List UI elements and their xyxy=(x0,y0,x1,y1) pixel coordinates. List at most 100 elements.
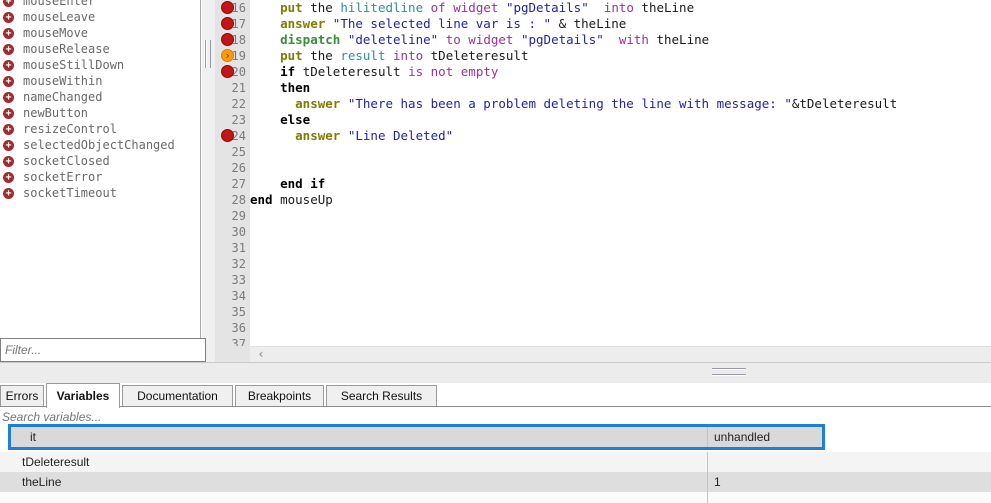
gutter-corner xyxy=(215,346,250,362)
line-number[interactable]: 22 xyxy=(215,96,250,112)
code-line xyxy=(250,288,991,304)
line-number[interactable]: 20 xyxy=(215,64,250,80)
handler-item[interactable]: + nameChanged xyxy=(0,89,200,105)
handler-item[interactable]: + mouseLeave xyxy=(0,9,200,25)
breakpoint-icon[interactable] xyxy=(221,65,234,78)
handler-item[interactable]: +socketTimeout xyxy=(0,185,200,201)
plus-icon: + xyxy=(3,172,14,183)
line-number[interactable]: 33 xyxy=(215,272,250,288)
line-number[interactable]: 28 xyxy=(215,192,250,208)
code-editor[interactable]: 16171819›2021222324252627282930313233343… xyxy=(215,0,991,362)
line-number[interactable]: 26 xyxy=(215,160,250,176)
breakpoint-icon[interactable] xyxy=(221,1,234,14)
line-number[interactable]: 16 xyxy=(215,0,250,16)
plus-icon: + xyxy=(3,124,14,135)
handler-item[interactable]: +mouseEnter xyxy=(0,0,200,9)
variable-name: theLine xyxy=(0,472,707,492)
handler-item[interactable]: +socketError xyxy=(0,169,200,185)
line-number[interactable]: 27 xyxy=(215,176,250,192)
code-line: answer "Line Deleted" xyxy=(250,128,991,144)
code-line: end mouseUp xyxy=(250,192,991,208)
code-line xyxy=(250,320,991,336)
handler-item[interactable]: +mouseRelease xyxy=(0,41,200,57)
handler-item[interactable]: +selectedObjectChanged xyxy=(0,137,200,153)
filter-input[interactable] xyxy=(1,339,205,361)
search-variables-input[interactable] xyxy=(0,409,300,425)
handler-item[interactable]: + mouseWithin xyxy=(0,73,200,89)
horizontal-scrollbar[interactable]: ‹ xyxy=(250,346,991,362)
handler-item[interactable]: + resizeControl xyxy=(0,121,200,137)
tab-variables[interactable]: Variables xyxy=(46,383,120,408)
handler-item[interactable]: +mouseMove xyxy=(0,25,200,41)
tab-documentation[interactable]: Documentation xyxy=(122,385,233,407)
line-number[interactable]: 30 xyxy=(215,224,250,240)
code-area[interactable]: put the hilitedline of widget "pgDetails… xyxy=(250,0,991,346)
code-line xyxy=(250,160,991,176)
line-number[interactable]: 34 xyxy=(215,288,250,304)
line-number[interactable]: 25 xyxy=(215,144,250,160)
code-line: put the hilitedline of widget "pgDetails… xyxy=(250,0,991,16)
plus-icon: + xyxy=(3,92,14,103)
table-tail xyxy=(0,492,991,503)
handler-item[interactable]: +socketClosed xyxy=(0,153,200,169)
script-editor-window: +mouseEnter+mouseLeave+mouseMove+mouseRe… xyxy=(0,0,991,503)
tab-search-results[interactable]: Search Results xyxy=(326,385,437,407)
panel-tabbar: ErrorsVariablesDocumentationBreakpointsS… xyxy=(0,383,991,407)
current-line-icon[interactable]: › xyxy=(221,49,234,62)
code-line xyxy=(250,208,991,224)
handler-label: mouseWithin xyxy=(23,73,102,89)
line-number[interactable]: 29 xyxy=(215,208,250,224)
tabbar-underline xyxy=(0,406,991,407)
line-number[interactable]: 21 xyxy=(215,80,250,96)
variable-name: it xyxy=(11,427,707,447)
line-number[interactable]: 23 xyxy=(215,112,250,128)
variable-value xyxy=(707,452,991,472)
handler-label: mouseStillDown xyxy=(23,57,124,73)
plus-icon: + xyxy=(3,140,14,151)
column-divider xyxy=(707,492,708,503)
code-line xyxy=(250,304,991,320)
plus-icon: + xyxy=(3,108,14,119)
breakpoint-gutter[interactable]: 16171819›2021222324252627282930313233343… xyxy=(215,0,250,346)
code-line xyxy=(250,256,991,272)
handler-item[interactable]: +newButton xyxy=(0,105,200,121)
sidebar-splitter[interactable] xyxy=(202,0,215,362)
line-number[interactable]: 31 xyxy=(215,240,250,256)
plus-icon: + xyxy=(3,12,14,23)
tab-errors[interactable]: Errors xyxy=(0,385,44,407)
tab-breakpoints[interactable]: Breakpoints xyxy=(235,385,324,407)
panel-splitter-grip-icon xyxy=(712,368,746,375)
variable-row[interactable]: tDeleteresult xyxy=(0,452,991,472)
variable-row-selected[interactable]: itunhandled xyxy=(8,424,825,450)
line-number[interactable]: 24 xyxy=(215,128,250,144)
code-line xyxy=(250,144,991,160)
handler-label: nameChanged xyxy=(23,89,102,105)
code-line: end if xyxy=(250,176,991,192)
handler-label: mouseEnter xyxy=(23,0,95,9)
handler-item[interactable]: +mouseStillDown xyxy=(0,57,200,73)
code-line xyxy=(250,224,991,240)
code-line: dispatch "deleteline" to widget "pgDetai… xyxy=(250,32,991,48)
line-number[interactable]: 35 xyxy=(215,304,250,320)
line-number[interactable]: 17 xyxy=(215,16,250,32)
plus-icon: + xyxy=(3,28,14,39)
line-number[interactable]: 36 xyxy=(215,320,250,336)
variable-name: tDeleteresult xyxy=(0,452,707,472)
code-line: then xyxy=(250,80,991,96)
plus-icon: + xyxy=(3,44,14,55)
panel-splitter[interactable] xyxy=(0,362,991,383)
variable-row[interactable]: theLine1 xyxy=(0,472,991,492)
code-line xyxy=(250,240,991,256)
breakpoint-icon[interactable] xyxy=(221,33,234,46)
breakpoint-icon[interactable] xyxy=(221,17,234,30)
plus-icon: + xyxy=(3,76,14,87)
line-number[interactable]: 37 xyxy=(215,336,250,346)
line-number[interactable]: 18 xyxy=(215,32,250,48)
breakpoint-icon[interactable] xyxy=(221,129,234,142)
scroll-left-icon[interactable]: ‹ xyxy=(254,347,268,362)
line-number[interactable]: 19› xyxy=(215,48,250,64)
handler-label: mouseLeave xyxy=(23,9,95,25)
code-line xyxy=(250,272,991,288)
handler-label: resizeControl xyxy=(23,121,117,137)
line-number[interactable]: 32 xyxy=(215,256,250,272)
